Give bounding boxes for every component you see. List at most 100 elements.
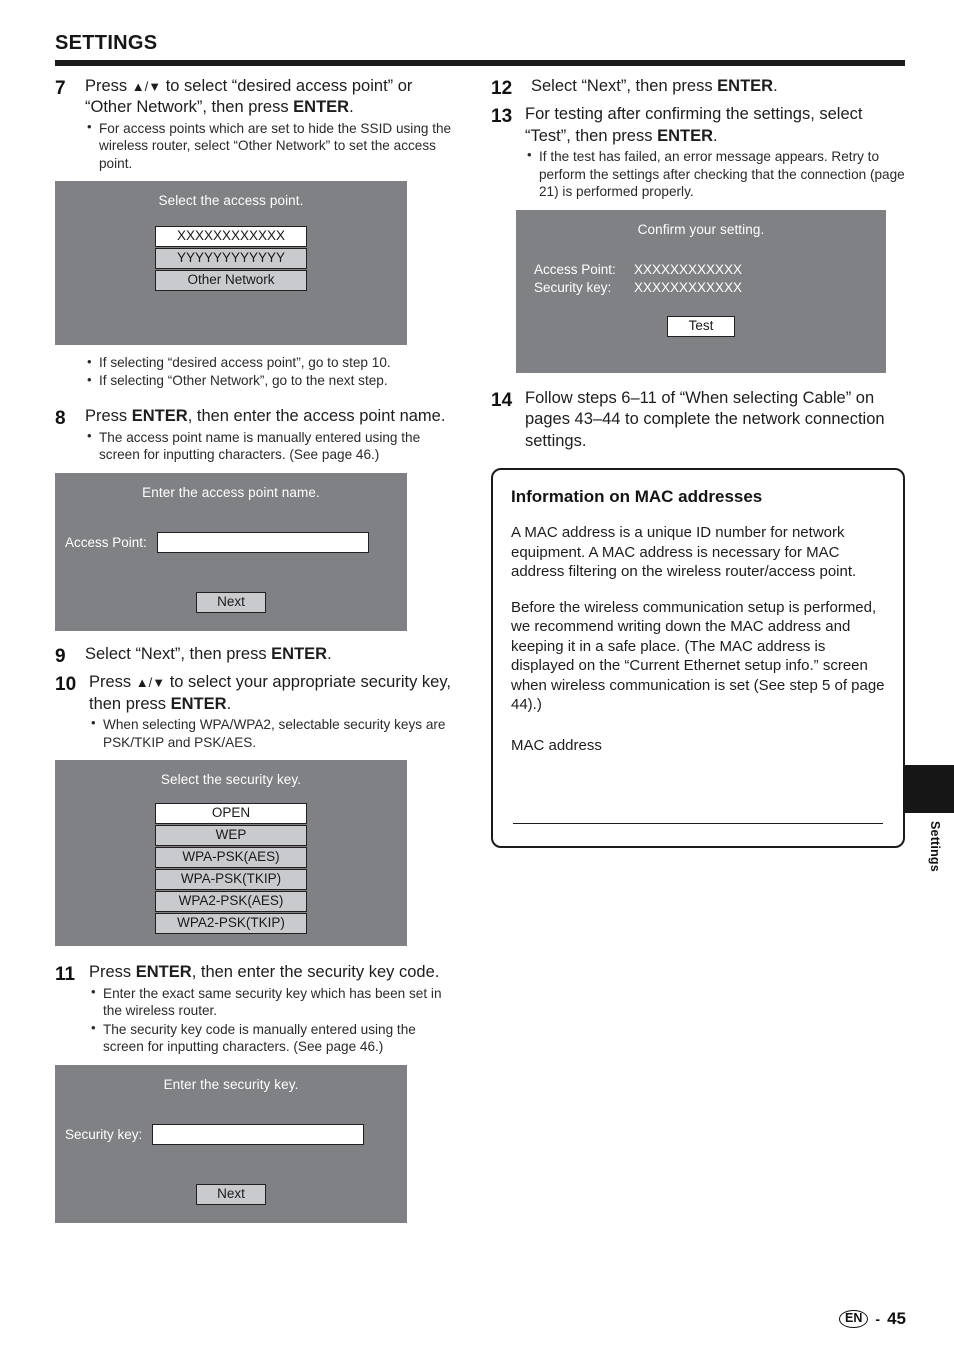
section-side-tab: Settings — [903, 765, 954, 872]
confirm-row: Security key: XXXXXXXXXXXX — [534, 280, 886, 295]
step-10-text-part1: Press — [89, 673, 136, 692]
note-bullet-1: If selecting “desired access point”, go … — [85, 353, 455, 372]
security-key-input[interactable] — [152, 1123, 365, 1145]
footer-separator: - — [875, 1311, 881, 1327]
access-point-input[interactable] — [156, 531, 369, 553]
page-number: 45 — [887, 1309, 906, 1328]
access-point-field-label: Access Point: — [65, 534, 147, 550]
next-button[interactable]: Next — [196, 591, 266, 613]
step-9: 9 Select “Next”, then press ENTER. — [55, 644, 455, 669]
step-11-number: 11 — [55, 964, 76, 986]
step-8-bullets: The access point name is manually entere… — [85, 428, 455, 464]
confirm-row: Access Point: XXXXXXXXXXXX — [534, 262, 886, 277]
step-12-number: 12 — [491, 78, 513, 99]
step-11-bullets: Enter the exact same security key which … — [89, 984, 455, 1056]
step-7-text-part3: . — [349, 98, 354, 117]
security-key-list-item[interactable]: WPA-PSK(AES) — [155, 847, 307, 869]
figure-confirm-title: Confirm your setting. — [637, 221, 765, 237]
security-key-list-item[interactable]: WPA2-PSK(TKIP) — [155, 913, 307, 935]
step-10-bullets: When selecting WPA/WPA2, selectable secu… — [89, 715, 455, 751]
step-12-text-part2: . — [773, 77, 778, 95]
access-point-name-row: Access Point: — [55, 531, 407, 553]
step-8: 8 Press ENTER, then enter the access poi… — [55, 406, 455, 464]
step-13-number: 13 — [491, 106, 513, 128]
figure-access-point-title: Select the access point. — [158, 193, 304, 209]
step-10-number: 10 — [55, 674, 77, 696]
step-13-text-part2: . — [712, 126, 718, 145]
step-13-bullet-1: If the test has failed, an error message… — [525, 147, 905, 201]
manual-page: SETTINGS 7 Press ▲/▼ to select “desired … — [0, 0, 954, 1354]
mac-address-write-in-label: MAC address — [511, 736, 602, 754]
access-point-list: XXXXXXXXXXXX YYYYYYYYYYYY Other Network — [155, 226, 307, 292]
access-point-list-item[interactable]: XXXXXXXXXXXX — [155, 226, 307, 248]
step-10-text-part3: . — [226, 694, 232, 713]
test-button[interactable]: Test — [667, 315, 735, 337]
up-down-arrow-icon: ▲/▼ — [135, 675, 166, 691]
step-9-number: 9 — [55, 645, 66, 667]
security-key-list-item[interactable]: WEP — [155, 825, 307, 847]
figure-select-security-key: Select the security key. OPEN WEP WPA-PS… — [55, 760, 407, 947]
side-tab-label: Settings — [928, 821, 942, 872]
security-key-list-item[interactable]: WPA2-PSK(AES) — [155, 891, 307, 913]
mac-address-info-box: Information on MAC addresses A MAC addre… — [491, 468, 905, 849]
access-point-list-item-other-network[interactable]: Other Network — [155, 270, 307, 292]
step-11-bullet-1: Enter the exact same security key which … — [89, 984, 455, 1020]
step-10-text: Press ▲/▼ to select your appropriate sec… — [89, 672, 455, 715]
step-8-number: 8 — [55, 408, 66, 430]
mac-address-write-in-line — [513, 823, 883, 825]
confirm-security-key-label: Security key: — [534, 279, 612, 295]
step-7-enter-key: ENTER — [293, 98, 350, 117]
step-12: 12 Select “Next”, then press ENTER. — [491, 76, 905, 101]
notes-after-access-point-figure: If selecting “desired access point”, go … — [85, 353, 455, 390]
security-key-list-item[interactable]: WPA-PSK(TKIP) — [155, 869, 307, 891]
header-rule — [55, 60, 905, 66]
step-8-enter-key: ENTER — [131, 407, 188, 426]
step-11-bullet-2: The security key code is manually entere… — [89, 1020, 455, 1056]
step-10: 10 Press ▲/▼ to select your appropriate … — [55, 672, 455, 751]
figure-enter-security-key-title: Enter the security key. — [163, 1076, 299, 1092]
step-14-text: Follow steps 6–11 of “When selecting Cab… — [525, 388, 885, 450]
access-point-list-item[interactable]: YYYYYYYYYYYY — [155, 248, 307, 270]
up-down-arrow-icon: ▲/▼ — [131, 79, 162, 94]
right-column: 12 Select “Next”, then press ENTER. 13 F… — [491, 76, 905, 849]
step-8-text: Press ENTER, then enter the access point… — [85, 406, 455, 427]
page-title: SETTINGS — [55, 32, 158, 54]
step-12-text: Select “Next”, then press ENTER. — [525, 76, 905, 97]
step-9-text-part2: . — [327, 644, 332, 663]
step-7-bullet-1: For access points which are set to hide … — [85, 119, 455, 173]
page-footer: EN - 45 — [839, 1309, 906, 1329]
figure-select-access-point: Select the access point. XXXXXXXXXXXX YY… — [55, 181, 407, 346]
step-12-text-part1: Select “Next”, then press — [531, 77, 718, 95]
next-button[interactable]: Next — [196, 1183, 266, 1205]
figure-ap-name-title: Enter the access point name. — [142, 484, 320, 500]
step-7: 7 Press ▲/▼ to select “desired access po… — [55, 76, 455, 172]
confirm-security-key-value: XXXXXXXXXXXX — [634, 279, 743, 295]
step-7-number: 7 — [55, 78, 66, 99]
confirm-rows: Access Point: XXXXXXXXXXXX Security key:… — [516, 262, 886, 295]
step-13-text: For testing after confirming the setting… — [525, 104, 905, 147]
security-key-list: OPEN WEP WPA-PSK(AES) WPA-PSK(TKIP) WPA2… — [155, 803, 307, 935]
figure-enter-security-key: Enter the security key. Security key: Ne… — [55, 1064, 407, 1223]
security-key-list-item[interactable]: OPEN — [155, 803, 307, 825]
step-11: 11 Press ENTER, then enter the security … — [55, 962, 455, 1056]
confirm-access-point-value: XXXXXXXXXXXX — [634, 261, 743, 277]
language-badge: EN — [839, 1310, 869, 1328]
mac-box-title: Information on MAC addresses — [511, 487, 763, 507]
figure-enter-access-point-name: Enter the access point name. Access Poin… — [55, 472, 407, 631]
step-10-enter-key: ENTER — [170, 694, 227, 713]
step-13: 13 For testing after confirming the sett… — [491, 104, 905, 200]
step-13-bullets: If the test has failed, an error message… — [525, 147, 905, 201]
step-11-enter-key: ENTER — [135, 963, 192, 982]
step-13-enter-key: ENTER — [657, 126, 713, 145]
step-8-bullet-1: The access point name is manually entere… — [85, 428, 455, 464]
step-14: 14 Follow steps 6–11 of “When selecting … — [491, 388, 905, 452]
confirm-access-point-label: Access Point: — [534, 261, 616, 277]
step-11-text-part2: , then enter the security key code. — [191, 963, 440, 982]
figure-security-key-title: Select the security key. — [160, 772, 302, 788]
step-14-number: 14 — [491, 389, 513, 411]
step-7-bullets: For access points which are set to hide … — [85, 119, 455, 173]
step-11-text-part1: Press — [89, 963, 136, 982]
step-9-text-part1: Select “Next”, then press — [85, 644, 272, 663]
note-bullet-2: If selecting “Other Network”, go to the … — [85, 371, 455, 390]
left-column: 7 Press ▲/▼ to select “desired access po… — [55, 76, 455, 1223]
